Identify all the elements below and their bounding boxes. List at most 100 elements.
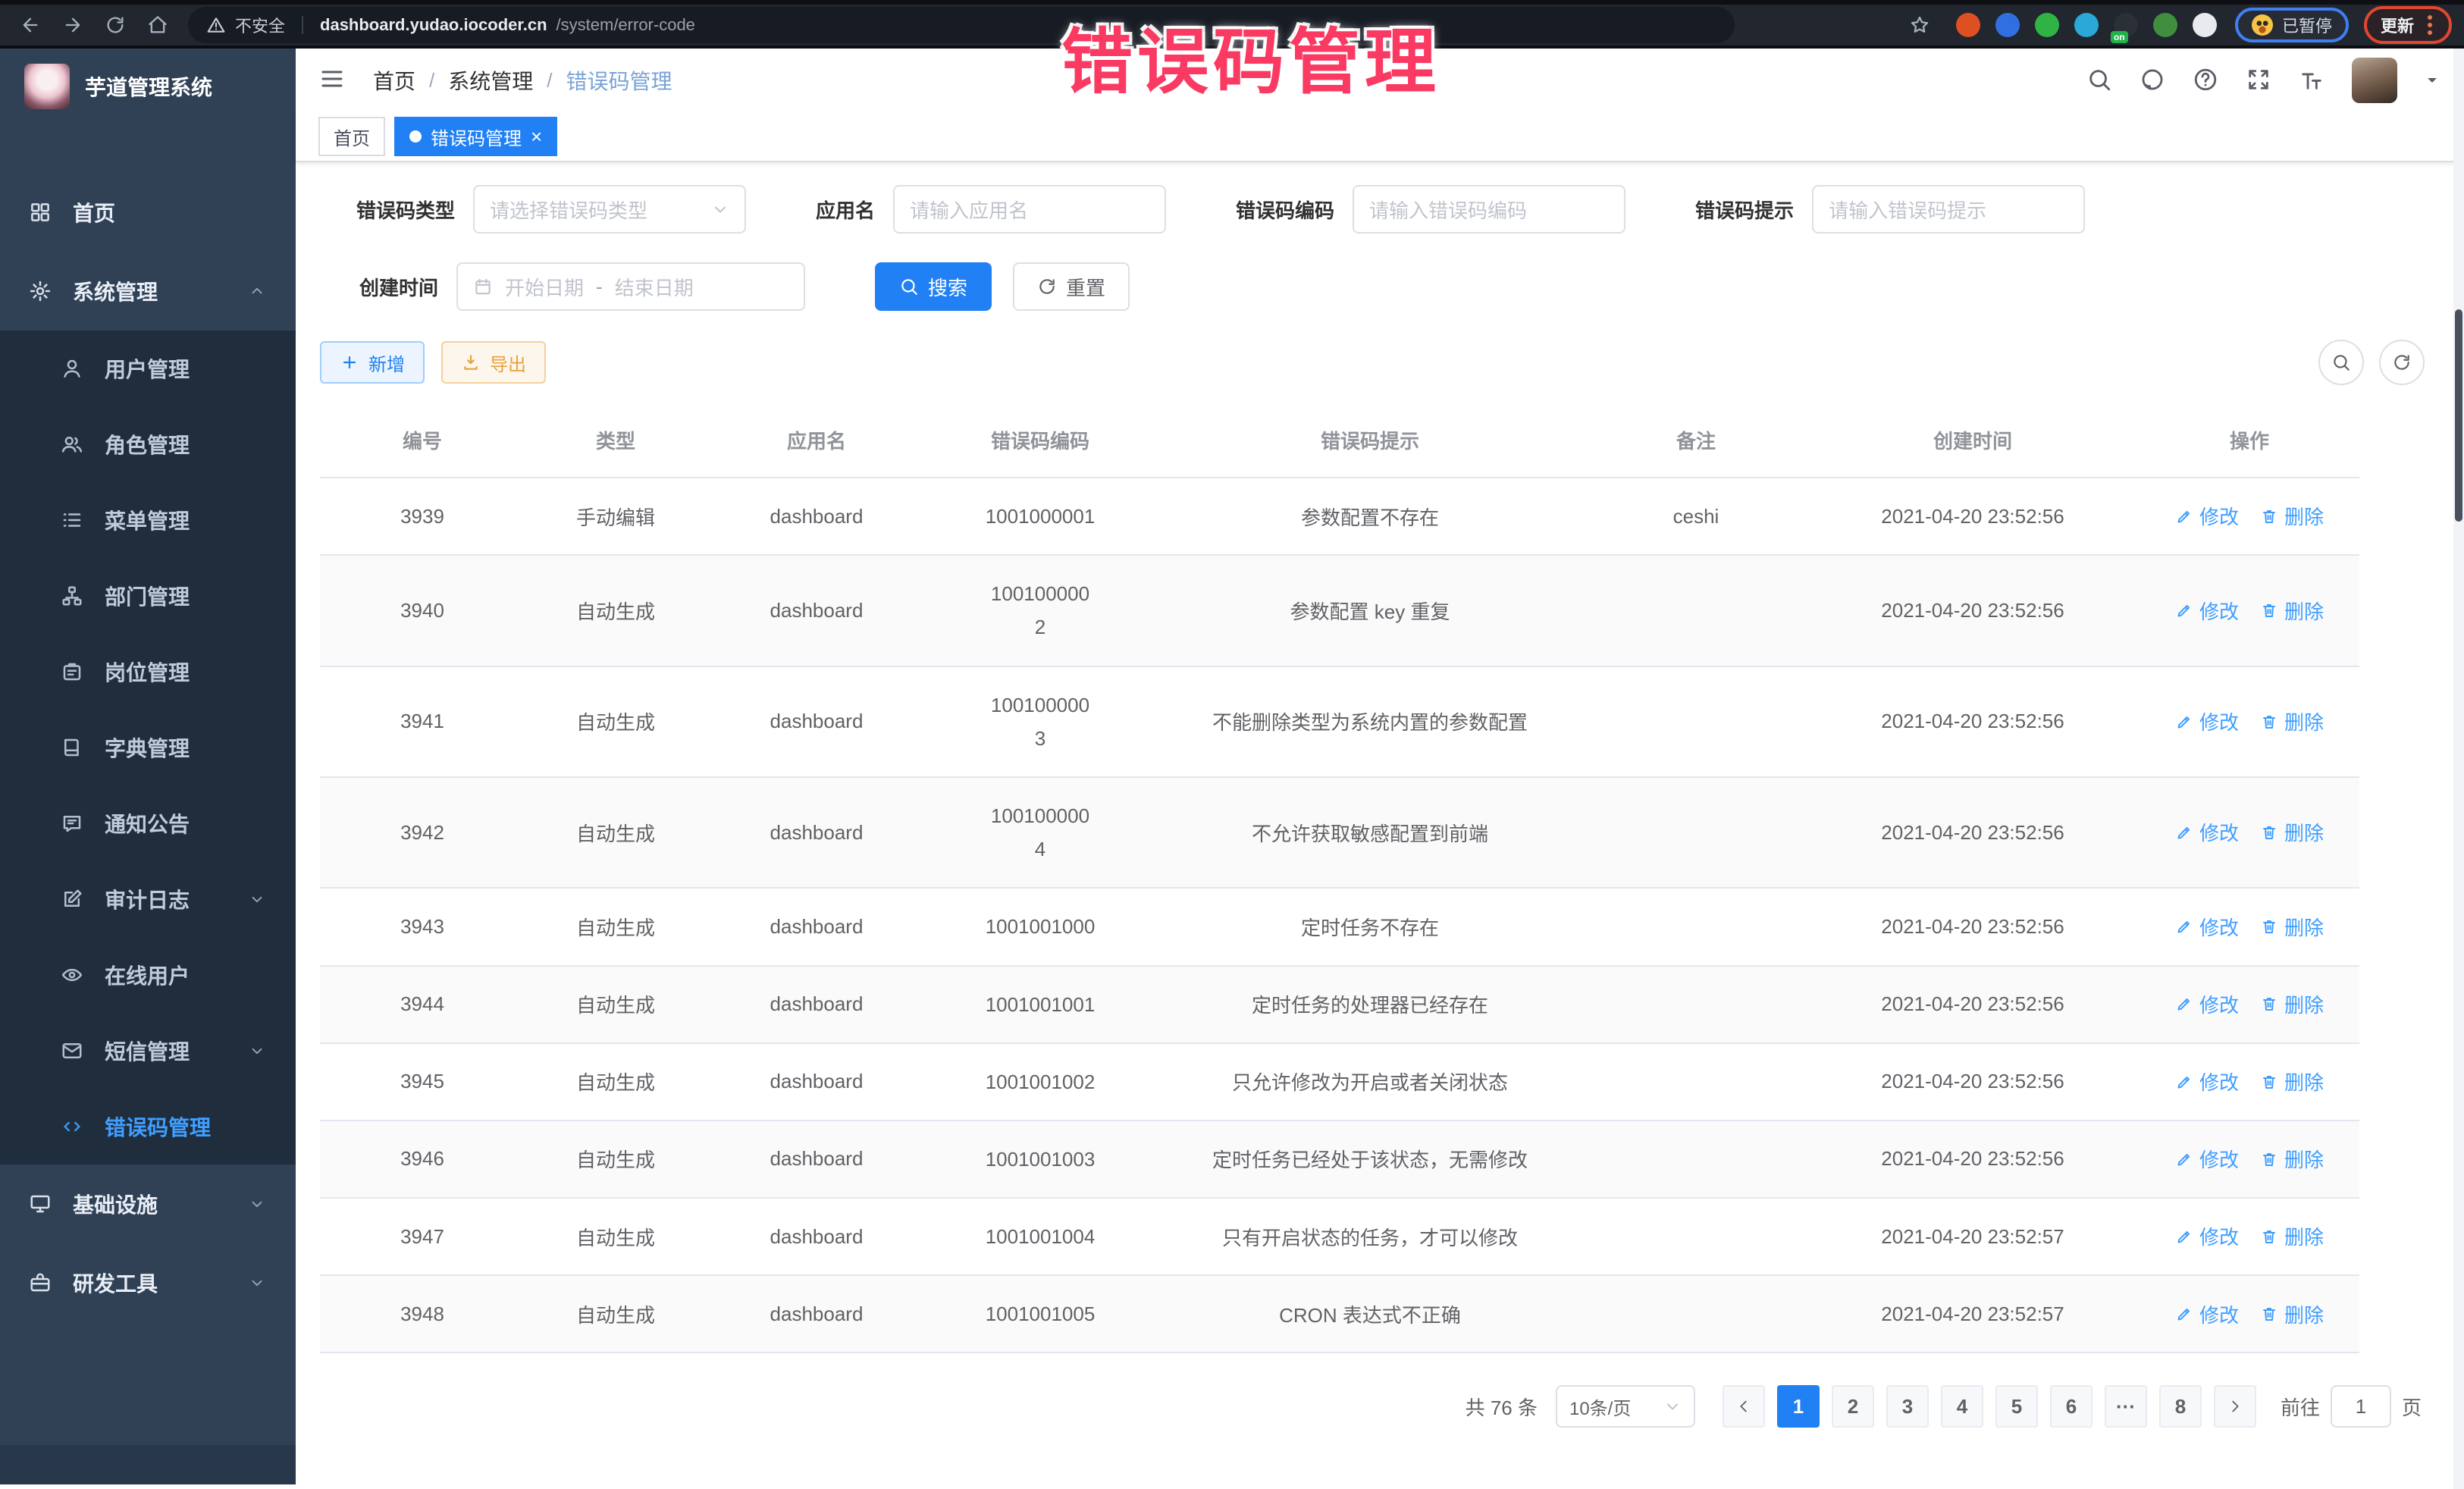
sidebar-item[interactable]: 在线用户 — [0, 937, 296, 1013]
sidebar-item[interactable]: 审计日志 — [0, 861, 296, 937]
font-size-icon[interactable] — [2299, 67, 2326, 94]
scrollbar-thumb[interactable] — [2455, 309, 2462, 522]
edit-link[interactable]: 修改 — [2175, 707, 2239, 735]
delete-link[interactable]: 删除 — [2260, 597, 2324, 625]
github-icon[interactable] — [2140, 67, 2167, 94]
delete-link[interactable]: 删除 — [2260, 913, 2324, 941]
table-row[interactable]: 3948 自动生成 dashboard 1001001005 CRON 表达式不… — [320, 1275, 2359, 1353]
page-button[interactable]: 8 — [2159, 1385, 2202, 1428]
delete-link[interactable]: 删除 — [2260, 502, 2324, 530]
edit-link[interactable]: 修改 — [2175, 913, 2239, 941]
table-row[interactable]: 3945 自动生成 dashboard 1001001002 只允许修改为开启或… — [320, 1043, 2359, 1121]
sidebar-item[interactable]: 用户管理 — [0, 331, 296, 406]
user-avatar[interactable] — [2352, 58, 2397, 103]
page-size-select[interactable]: 10条/页 — [1556, 1385, 1695, 1428]
delete-link[interactable]: 删除 — [2260, 1145, 2324, 1173]
page-button[interactable]: 2 — [1832, 1385, 1874, 1428]
app-name-input[interactable]: 请输入应用名 — [893, 185, 1166, 234]
back-icon[interactable] — [12, 7, 49, 43]
sidebar-item[interactable]: 岗位管理 — [0, 634, 296, 710]
help-icon[interactable] — [2193, 67, 2220, 94]
toggle-search-button[interactable] — [2318, 340, 2364, 385]
export-button[interactable]: 导出 — [441, 341, 546, 384]
delete-link[interactable]: 删除 — [2260, 1067, 2324, 1096]
sidebar-item[interactable]: 部门管理 — [0, 558, 296, 634]
search-icon[interactable] — [2086, 67, 2114, 94]
reset-button[interactable]: 重置 — [1013, 262, 1130, 311]
forward-icon[interactable] — [55, 7, 91, 43]
next-page-button[interactable] — [2214, 1385, 2256, 1428]
sidebar-item[interactable]: 通知公告 — [0, 785, 296, 861]
app-logo[interactable]: 芋道管理系统 — [0, 49, 296, 124]
sidebar-item[interactable]: 研发工具 — [0, 1243, 296, 1322]
table-row[interactable]: 3947 自动生成 dashboard 1001001004 只有开启状态的任务… — [320, 1198, 2359, 1275]
edit-link[interactable]: 修改 — [2175, 990, 2239, 1018]
table-row[interactable]: 3942 自动生成 dashboard 100100000 4 不允许获取敏感配… — [320, 777, 2359, 888]
address-bar[interactable]: 不安全 dashboard.yudao.iocoder.cn/system/er… — [188, 7, 1735, 43]
edit-link[interactable]: 修改 — [2175, 1222, 2239, 1250]
view-tag[interactable]: 错误码管理 × — [394, 117, 557, 156]
reload-icon[interactable] — [97, 7, 133, 43]
page-button[interactable]: 6 — [2050, 1385, 2093, 1428]
breadcrumb-item[interactable]: 错误码管理 — [566, 65, 672, 96]
page-button[interactable]: 3 — [1886, 1385, 1929, 1428]
date-range-picker[interactable]: 开始日期 - 结束日期 — [456, 262, 805, 311]
page-button[interactable]: 4 — [1941, 1385, 1983, 1428]
sidebar-item[interactable]: 角色管理 — [0, 406, 296, 482]
green-key-extension-icon[interactable] — [2153, 13, 2177, 37]
table-row[interactable]: 3940 自动生成 dashboard 100100000 2 参数配置 key… — [320, 555, 2359, 666]
edit-link[interactable]: 修改 — [2175, 597, 2239, 625]
error-code-input[interactable]: 请输入错误码编码 — [1353, 185, 1625, 234]
delete-link[interactable]: 删除 — [2260, 818, 2324, 846]
edit-link[interactable]: 修改 — [2175, 1067, 2239, 1096]
sidebar-item[interactable]: 短信管理 — [0, 1013, 296, 1089]
breadcrumb-item[interactable]: 系统管理 — [448, 65, 533, 96]
breadcrumb-item[interactable]: 首页 — [373, 65, 415, 96]
sidebar-item[interactable]: 错误码管理 — [0, 1089, 296, 1165]
refresh-table-button[interactable] — [2379, 340, 2425, 385]
hamburger-icon[interactable] — [318, 65, 349, 96]
sidebar-item[interactable]: 菜单管理 — [0, 482, 296, 558]
delete-link[interactable]: 删除 — [2260, 707, 2324, 735]
blue-gem-extension-icon[interactable] — [1995, 13, 2020, 37]
page-button[interactable]: ··· — [2105, 1385, 2147, 1428]
table-row[interactable]: 3941 自动生成 dashboard 100100000 3 不能删除类型为系… — [320, 666, 2359, 777]
paused-extension-badge[interactable]: 已暂停 — [2235, 8, 2349, 42]
prev-page-button[interactable] — [1723, 1385, 1765, 1428]
update-button[interactable]: 更新 — [2381, 13, 2414, 37]
delete-link[interactable]: 删除 — [2260, 990, 2324, 1018]
view-tag[interactable]: 首页 × — [318, 117, 385, 156]
green-check-extension-icon[interactable] — [2035, 13, 2059, 37]
orange-ring-extension-icon[interactable] — [1956, 13, 1980, 37]
puzzle-extension-icon[interactable] — [2193, 13, 2217, 37]
edit-link[interactable]: 修改 — [2175, 502, 2239, 530]
bookmark-star-icon[interactable] — [1901, 7, 1938, 43]
page-button[interactable]: 1 — [1777, 1385, 1820, 1428]
edit-link[interactable]: 修改 — [2175, 818, 2239, 846]
page-button[interactable]: 5 — [1995, 1385, 2038, 1428]
table-row[interactable]: 3946 自动生成 dashboard 1001001003 定时任务已经处于该… — [320, 1121, 2359, 1198]
delete-link[interactable]: 删除 — [2260, 1300, 2324, 1328]
error-type-select[interactable]: 请选择错误码类型 — [473, 185, 746, 234]
home-icon[interactable] — [140, 7, 176, 43]
sidebar-item[interactable]: 字典管理 — [0, 710, 296, 785]
sidebar-item[interactable]: 基础设施 — [0, 1165, 296, 1243]
sidebar-item[interactable]: 首页 — [0, 173, 296, 252]
table-row[interactable]: 3943 自动生成 dashboard 1001001000 定时任务不存在 2… — [320, 888, 2359, 965]
add-button[interactable]: 新增 — [320, 341, 425, 384]
search-button[interactable]: 搜索 — [875, 262, 992, 311]
scrollbar-track[interactable] — [2453, 49, 2464, 1489]
delete-link[interactable]: 删除 — [2260, 1222, 2324, 1250]
cyan-cubes-extension-icon[interactable] — [2074, 13, 2099, 37]
table-row[interactable]: 3944 自动生成 dashboard 1001001001 定时任务的处理器已… — [320, 966, 2359, 1043]
dark-list-extension-icon[interactable]: on — [2114, 13, 2138, 37]
kebab-menu-icon[interactable] — [2425, 12, 2435, 38]
error-hint-input[interactable]: 请输入错误码提示 — [1812, 185, 2085, 234]
edit-link[interactable]: 修改 — [2175, 1145, 2239, 1173]
close-icon[interactable]: × — [531, 127, 542, 146]
sidebar-item[interactable]: 系统管理 — [0, 252, 296, 331]
caret-down-icon[interactable] — [2423, 71, 2441, 89]
security-label[interactable]: 不安全 — [235, 13, 285, 37]
goto-page-input[interactable] — [2331, 1385, 2391, 1428]
fullscreen-icon[interactable] — [2246, 67, 2273, 94]
